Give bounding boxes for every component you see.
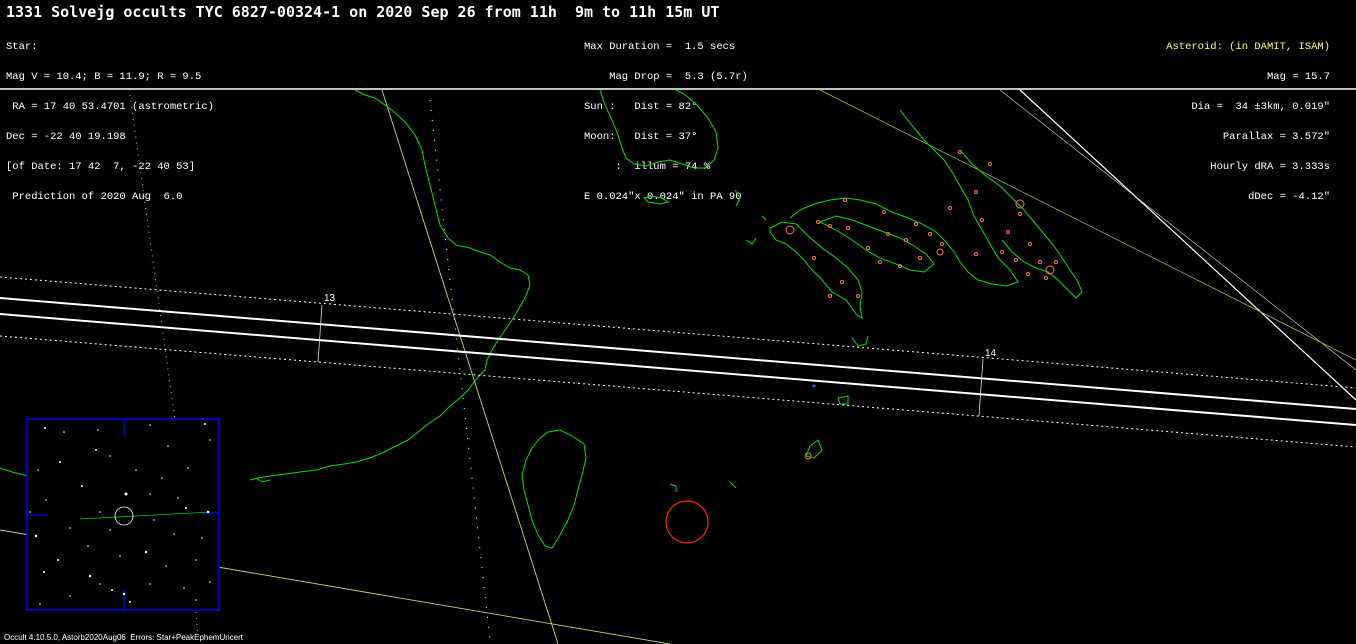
city-marker bbox=[1000, 250, 1004, 254]
city-marker bbox=[878, 260, 882, 264]
city-marker bbox=[828, 224, 832, 228]
footer-text: Occult 4.10.5.0, Astorb2020Aug06 Errors:… bbox=[4, 633, 244, 642]
city-marker bbox=[1045, 265, 1055, 275]
path-limit-south bbox=[0, 313, 1356, 426]
diagonal-white-line-2 bbox=[999, 89, 1356, 371]
city-marker bbox=[940, 242, 944, 246]
red-circle-marker bbox=[665, 500, 709, 544]
path-tick-label-13: 13 bbox=[324, 293, 336, 304]
diagonal-white-line bbox=[1019, 89, 1356, 401]
meridian-line bbox=[381, 89, 559, 644]
city-marker bbox=[816, 220, 820, 224]
cities bbox=[785, 150, 1058, 460]
city-marker bbox=[988, 162, 992, 166]
city-marker bbox=[812, 256, 816, 260]
path-center-marker bbox=[812, 384, 816, 388]
city-marker bbox=[843, 198, 847, 202]
city-marker bbox=[904, 238, 908, 242]
orange-dotted-line bbox=[129, 94, 176, 421]
city-marker bbox=[1044, 276, 1048, 280]
city-marker bbox=[785, 225, 795, 235]
city-marker bbox=[1038, 260, 1042, 264]
city-marker bbox=[1014, 258, 1018, 262]
city-marker bbox=[1018, 212, 1022, 216]
city-marker bbox=[1026, 272, 1030, 276]
path-tick-label-14: 14 bbox=[985, 348, 997, 359]
city-marker bbox=[974, 252, 978, 256]
city-marker bbox=[828, 294, 832, 298]
city-marker bbox=[840, 280, 844, 284]
star-chart-inset bbox=[26, 418, 220, 611]
city-marker bbox=[928, 232, 932, 236]
city-marker bbox=[1006, 230, 1010, 234]
city-marker bbox=[914, 222, 918, 226]
star-chart-border bbox=[26, 418, 220, 611]
path-limit-north bbox=[0, 297, 1356, 410]
city-marker bbox=[948, 206, 952, 210]
occultation-map bbox=[0, 88, 1356, 644]
city-marker bbox=[974, 190, 978, 194]
time-tick-14 bbox=[978, 358, 984, 417]
time-tick-13 bbox=[317, 304, 323, 363]
city-marker bbox=[1054, 260, 1058, 264]
city-marker bbox=[1028, 242, 1032, 246]
city-marker bbox=[936, 248, 944, 256]
city-marker bbox=[882, 210, 886, 214]
city-marker bbox=[856, 294, 860, 298]
city-marker bbox=[1015, 199, 1025, 209]
city-marker bbox=[846, 226, 850, 230]
city-marker bbox=[958, 150, 962, 154]
city-marker bbox=[980, 218, 984, 222]
path-uncertainty-north bbox=[0, 276, 1356, 389]
city-marker bbox=[866, 246, 870, 250]
city-marker bbox=[918, 256, 922, 260]
diagonal-green-line bbox=[819, 89, 1356, 361]
white-dotted-line bbox=[429, 99, 491, 641]
